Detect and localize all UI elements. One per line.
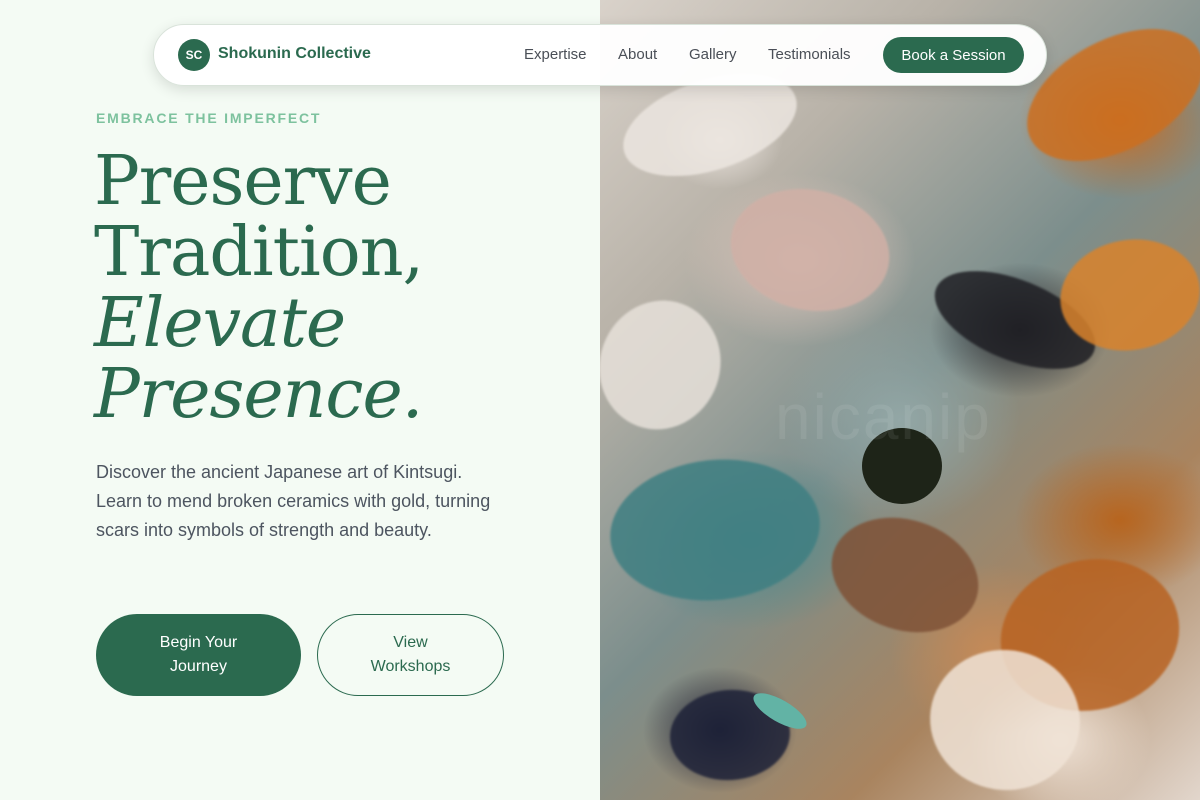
nav-link-expertise[interactable]: Expertise bbox=[524, 46, 587, 63]
view-workshops-button[interactable]: View Workshops bbox=[317, 614, 504, 696]
book-session-button[interactable]: Book a Session bbox=[883, 37, 1024, 73]
paint-stroke bbox=[600, 283, 739, 447]
paint-stroke bbox=[603, 449, 827, 611]
paint-stroke bbox=[816, 499, 994, 651]
hero-eyebrow: EMBRACE THE IMPERFECT bbox=[96, 110, 322, 126]
brand-name[interactable]: Shokunin Collective bbox=[218, 45, 371, 63]
logo-badge[interactable]: SC bbox=[178, 39, 210, 71]
image-watermark: nicanip bbox=[775, 381, 992, 453]
begin-journey-button[interactable]: Begin Your Journey bbox=[96, 614, 301, 696]
top-navigation-bar: SC Shokunin Collective Expertise About G… bbox=[153, 24, 1047, 86]
hero-headline: Preserve Tradition, Elevate Presence. bbox=[94, 142, 424, 434]
paint-stroke bbox=[719, 174, 901, 326]
headline-line-italic: Elevate bbox=[94, 284, 346, 363]
nav-link-testimonials[interactable]: Testimonials bbox=[768, 46, 851, 63]
nav-link-gallery[interactable]: Gallery bbox=[689, 46, 737, 63]
hero-description: Discover the ancient Japanese art of Kin… bbox=[96, 462, 491, 540]
headline-line: Tradition, bbox=[94, 213, 424, 292]
headline-line: Preserve bbox=[94, 142, 392, 221]
headline-line-italic: Presence. bbox=[94, 355, 423, 434]
nav-link-about[interactable]: About bbox=[618, 46, 657, 63]
hero-painting-image: nicanip bbox=[600, 0, 1200, 800]
